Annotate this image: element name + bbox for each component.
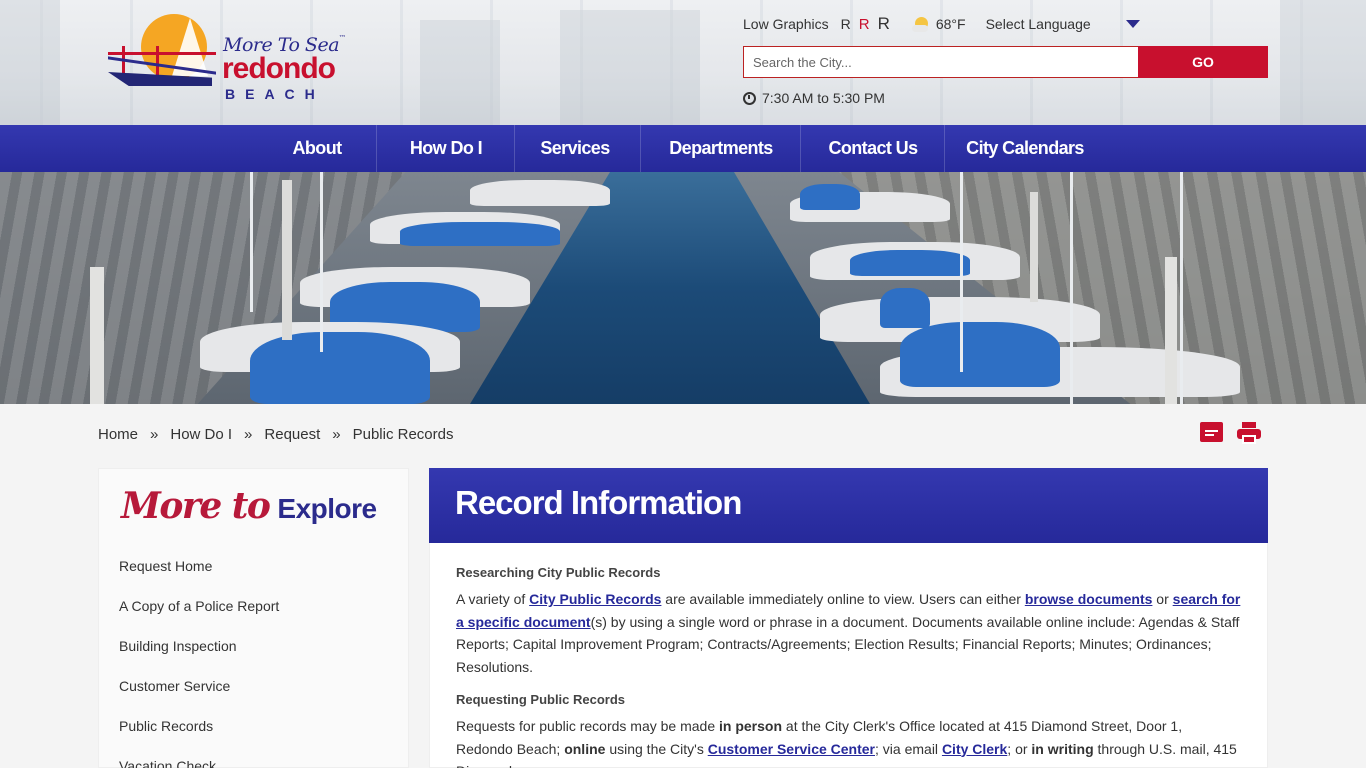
nav-contact-us[interactable]: Contact Us <box>820 125 926 172</box>
page-title: Record Information <box>455 484 742 521</box>
sidebar-menu: Request Home A Copy of a Police Report B… <box>119 556 279 768</box>
breadcrumb-how-do-i[interactable]: How Do I <box>170 426 232 443</box>
nav-how-do-i[interactable]: How Do I <box>398 125 494 172</box>
main-nav: About How Do I Services Departments Cont… <box>0 125 1366 172</box>
browse-documents-link[interactable]: browse documents <box>1025 591 1153 607</box>
page-tools <box>1200 422 1261 444</box>
site-search: GO <box>743 46 1268 78</box>
sidebar-item-public-records[interactable]: Public Records <box>119 716 279 756</box>
breadcrumb-separator: » <box>150 425 159 443</box>
breadcrumb-public-records: Public Records <box>352 425 454 443</box>
explore-heading: More to Explore <box>121 485 377 527</box>
search-input[interactable] <box>743 46 1138 78</box>
email-icon[interactable] <box>1200 422 1223 442</box>
site-logo[interactable]: More To Sea™ redondo BEACH <box>108 12 358 104</box>
font-size-large[interactable]: R <box>878 14 890 34</box>
section-text-requesting: Requests for public records may be made … <box>456 718 1237 768</box>
section-text-researching: A variety of City Public Records are ava… <box>456 591 1241 675</box>
sidebar-item-police-report[interactable]: A Copy of a Police Report <box>119 596 279 636</box>
explore-heading-script: More to <box>121 485 271 527</box>
hero-marina-image <box>0 172 1366 404</box>
content-body: Researching City Public Records A variet… <box>429 543 1268 768</box>
low-graphics-link[interactable]: Low Graphics <box>743 16 829 32</box>
explore-sidebar: More to Explore Request Home A Copy of a… <box>98 468 409 768</box>
breadcrumb-separator: » <box>244 425 253 443</box>
sidebar-item-request-home[interactable]: Request Home <box>119 556 279 596</box>
site-header: More To Sea™ redondo BEACH Low Graphics … <box>0 0 1366 125</box>
partly-sunny-icon <box>911 15 930 33</box>
sidebar-item-customer-service[interactable]: Customer Service <box>119 676 279 716</box>
sidebar-item-vacation-check[interactable]: Vacation Check <box>119 756 279 768</box>
language-select[interactable]: Select Language <box>986 16 1146 32</box>
section-heading-requesting: Requesting Public Records <box>456 692 626 707</box>
breadcrumb: Home » How Do I » Request » Public Recor… <box>98 424 454 444</box>
section-heading-researching: Researching City Public Records <box>456 565 661 580</box>
nav-departments[interactable]: Departments <box>660 125 782 172</box>
explore-heading-text: Explore <box>277 493 377 524</box>
weather-temp: 68°F <box>935 16 966 32</box>
office-hours: 7:30 AM to 5:30 PM <box>743 90 885 106</box>
clock-icon <box>743 91 756 105</box>
font-size-medium[interactable]: R <box>859 16 870 33</box>
logo-sub: BEACH <box>225 86 325 102</box>
print-icon[interactable] <box>1237 422 1261 444</box>
logo-bridge <box>108 52 216 55</box>
nav-city-calendars[interactable]: City Calendars <box>962 125 1088 172</box>
city-public-records-link[interactable]: City Public Records <box>529 591 661 607</box>
breadcrumb-request[interactable]: Request <box>264 426 320 443</box>
chevron-down-icon <box>1125 20 1140 28</box>
language-select-label: Select Language <box>985 16 1091 32</box>
breadcrumb-separator: » <box>332 425 341 443</box>
office-hours-text: 7:30 AM to 5:30 PM <box>762 90 885 106</box>
nav-about[interactable]: About <box>280 125 354 172</box>
utility-bar: Low Graphics R R R 68°F Select Language <box>743 13 1146 35</box>
font-size-small[interactable]: R <box>841 16 851 32</box>
city-clerk-link[interactable]: City Clerk <box>942 741 1007 757</box>
content-header: Record Information <box>429 468 1268 543</box>
search-go-button[interactable]: GO <box>1138 46 1268 78</box>
nav-services[interactable]: Services <box>532 125 618 172</box>
breadcrumb-home[interactable]: Home <box>98 426 138 443</box>
customer-service-center-link[interactable]: Customer Service Center <box>708 741 875 757</box>
sidebar-item-building-inspection[interactable]: Building Inspection <box>119 636 279 676</box>
logo-name: redondo <box>222 52 336 85</box>
